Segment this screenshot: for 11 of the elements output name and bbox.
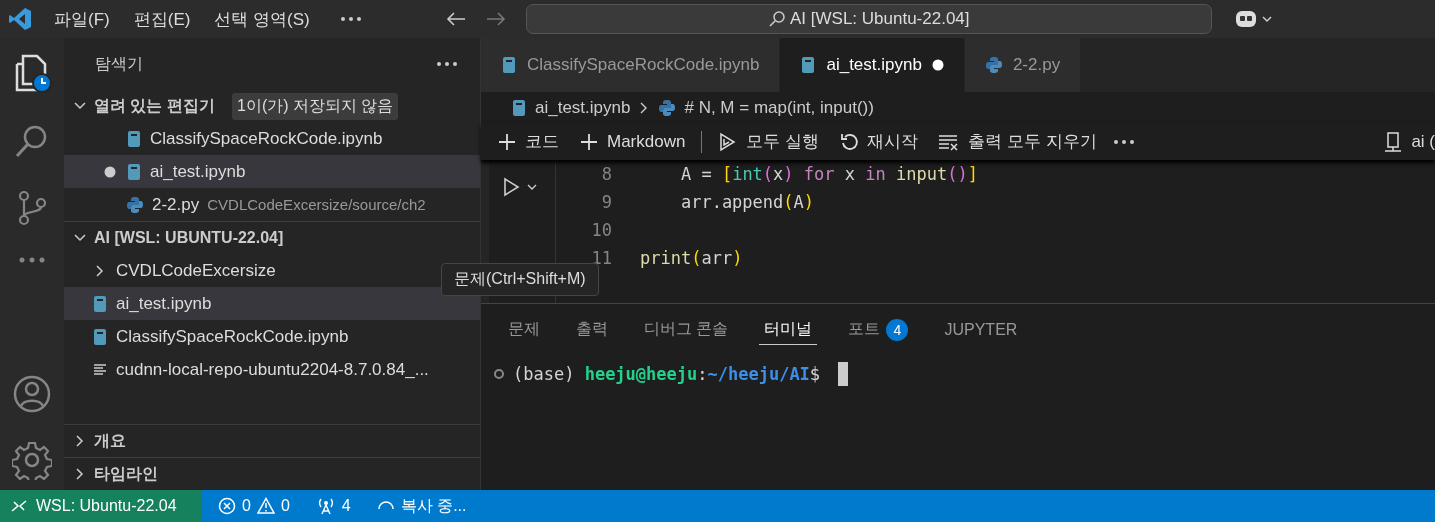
sidebar-title: 탐색기: [95, 53, 143, 74]
line-number: 8: [600, 164, 612, 184]
code-line: arr.append(A): [679, 192, 815, 212]
line-number: 9: [600, 192, 612, 212]
code-line: print(arr): [640, 248, 743, 268]
line-number: 10: [590, 220, 612, 240]
count-badge: 4: [886, 318, 909, 341]
terminal-prompt: (base) heeju@heeju:~/heeju/AI$: [513, 364, 822, 384]
tooltip: 문제(Ctrl+Shift+M): [441, 263, 599, 296]
unsaved-badge: 1이(가) 저장되지 않음: [232, 93, 399, 120]
code-line: A = [int(x) for x in input()]: [679, 164, 978, 184]
